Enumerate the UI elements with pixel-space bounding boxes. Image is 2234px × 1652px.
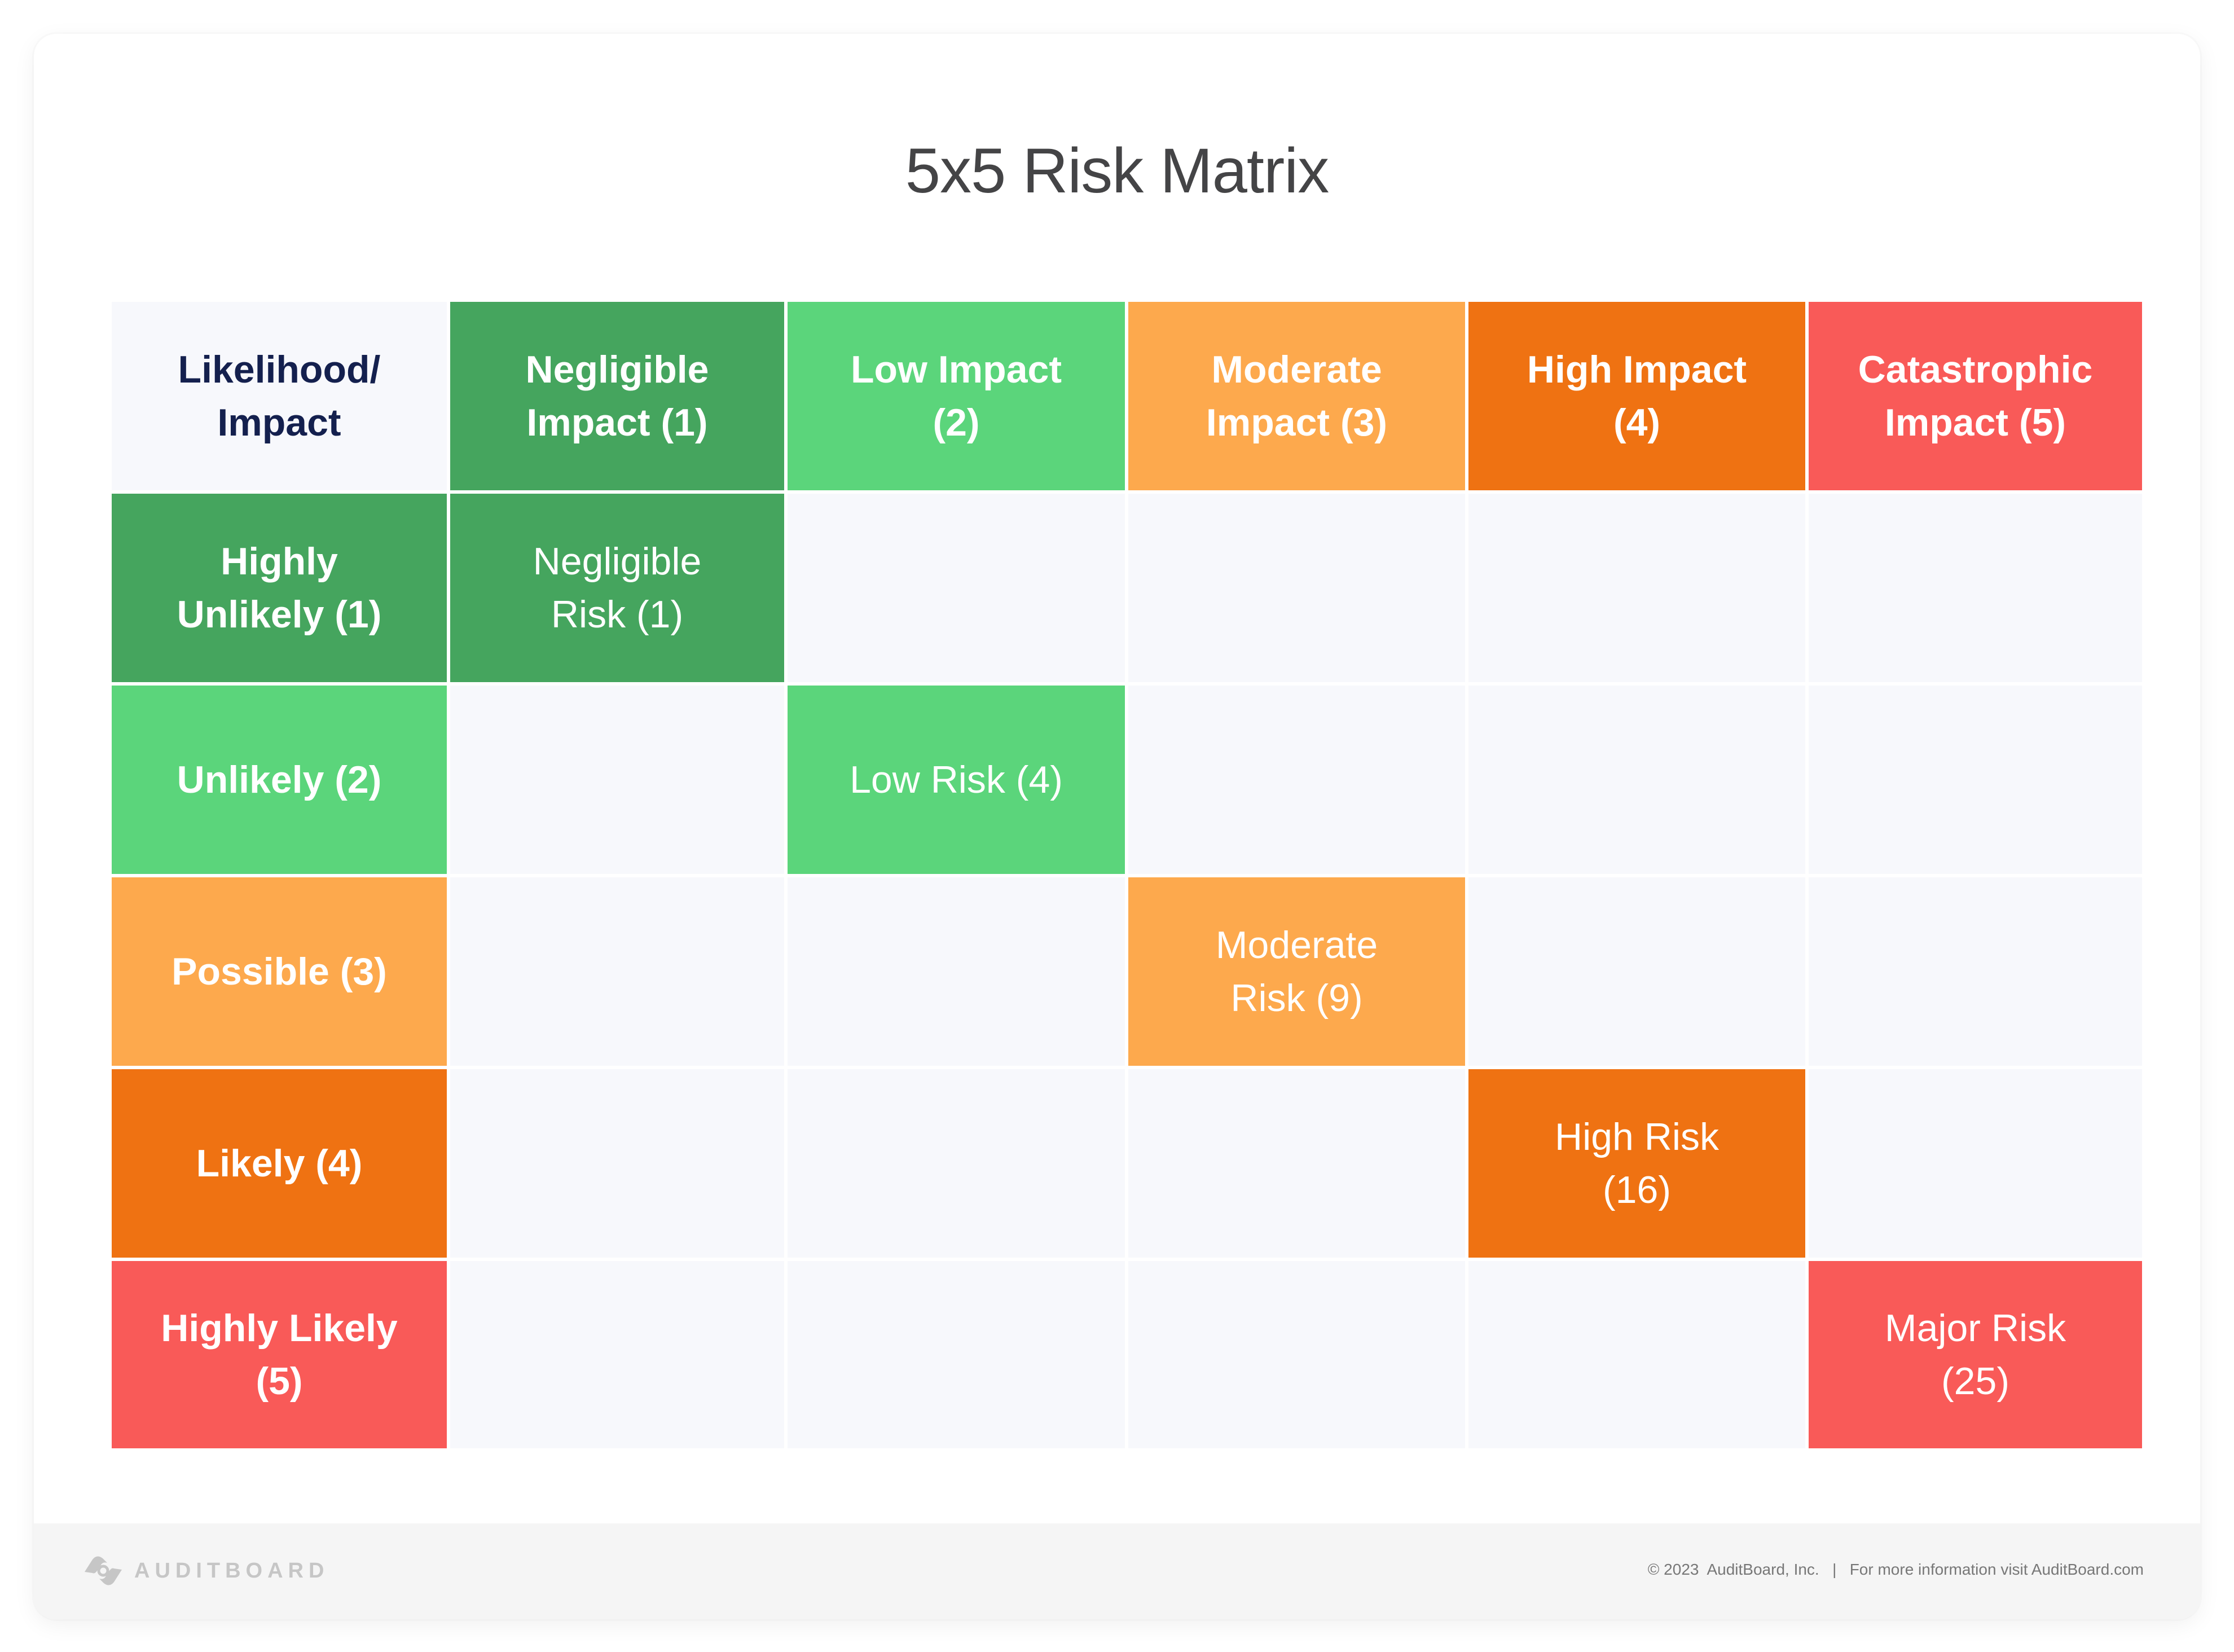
empty-cell-2-4 (1468, 686, 1805, 874)
empty-cell-2-5 (1809, 686, 2142, 874)
risk-cell-3-3: Moderate Risk (9) (1128, 877, 1465, 1066)
risk-matrix-grid: Likelihood/ Impact Negligible Impact (1) L… (110, 300, 2144, 1450)
footer-separator: | (1832, 1561, 1837, 1578)
auditboard-logo: AUDITBOARD (80, 1554, 329, 1588)
empty-cell-5-2 (788, 1261, 1125, 1448)
empty-cell-1-3 (1128, 494, 1465, 682)
risk-cell-1-1: Negligible Risk (1) (450, 494, 784, 682)
risk-cell-2-2: Low Risk (4) (788, 686, 1125, 874)
likelihood-header-3: Possible (3) (112, 877, 447, 1066)
empty-cell-4-1 (450, 1069, 784, 1258)
empty-cell-2-1 (450, 686, 784, 874)
empty-cell-1-5 (1809, 494, 2142, 682)
risk-cell-5-5: Major Risk (25) (1809, 1261, 2142, 1448)
logo-wordmark: AUDITBOARD (134, 1558, 329, 1583)
empty-cell-5-4 (1468, 1261, 1805, 1448)
empty-cell-4-5 (1809, 1069, 2142, 1258)
copyright-text: © 2023 AuditBoard, Inc. (1647, 1561, 1819, 1578)
auditboard-logo-icon (85, 1556, 122, 1585)
empty-cell-3-5 (1809, 877, 2142, 1066)
impact-header-1: Negligible Impact (1) (450, 302, 784, 490)
empty-cell-3-2 (788, 877, 1125, 1066)
empty-cell-3-1 (450, 877, 784, 1066)
footer: AUDITBOARD © 2023 AuditBoard, Inc. | For… (34, 1523, 2200, 1619)
impact-header-3: Moderate Impact (3) (1128, 302, 1465, 490)
impact-header-4: High Impact (4) (1468, 302, 1805, 490)
footer-legal: © 2023 AuditBoard, Inc. | For more infor… (1648, 1561, 2144, 1579)
footer-info-link[interactable]: For more information visit AuditBoard.co… (1850, 1561, 2144, 1578)
risk-cell-4-4: High Risk (16) (1468, 1069, 1805, 1258)
likelihood-header-2: Unlikely (2) (112, 686, 447, 874)
empty-cell-4-3 (1128, 1069, 1465, 1258)
empty-cell-2-3 (1128, 686, 1465, 874)
empty-cell-1-4 (1468, 494, 1805, 682)
empty-cell-5-3 (1128, 1261, 1465, 1448)
likelihood-header-5: Highly Likely (5) (112, 1261, 447, 1448)
impact-header-5: Catastrophic Impact (5) (1809, 302, 2142, 490)
impact-header-2: Low Impact (2) (788, 302, 1125, 490)
likelihood-header-1: Highly Unlikely (1) (112, 494, 447, 682)
corner-header-likelihood-impact: Likelihood/ Impact (112, 302, 447, 490)
page-title: 5x5 Risk Matrix (905, 135, 1329, 206)
empty-cell-5-1 (450, 1261, 784, 1448)
empty-cell-3-4 (1468, 877, 1805, 1066)
risk-matrix-card: 5x5 Risk Matrix Likelihood/ Impact Neglig… (34, 34, 2200, 1619)
empty-cell-1-2 (788, 494, 1125, 682)
likelihood-header-4: Likely (4) (112, 1069, 447, 1258)
empty-cell-4-2 (788, 1069, 1125, 1258)
